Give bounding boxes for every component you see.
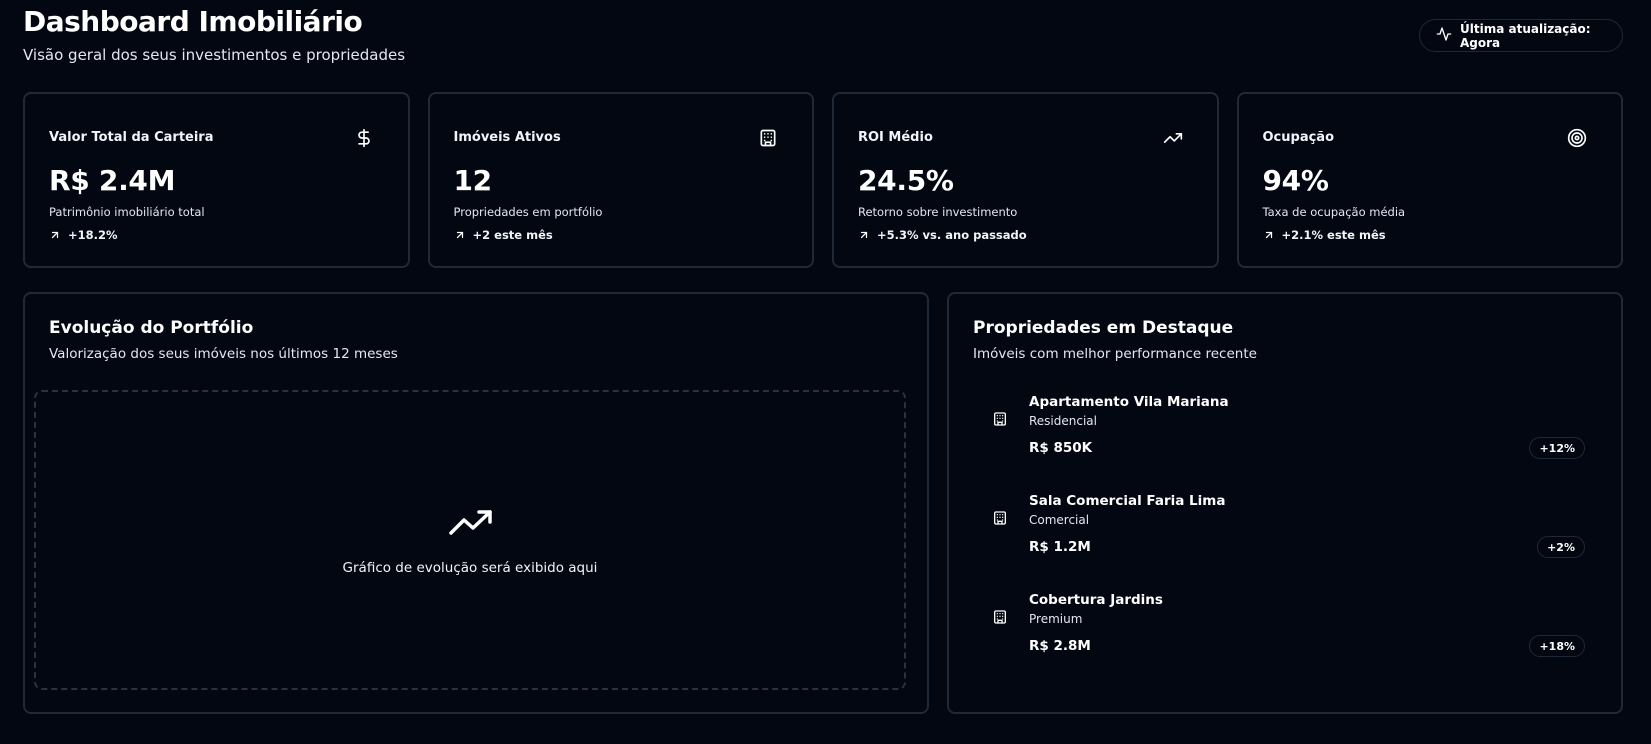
property-type: Premium [1029,612,1083,626]
stat-change: +18.2% [49,228,118,242]
property-item[interactable]: Cobertura Jardins Premium R$ 2.8M +18% [949,592,1621,682]
portfolio-evolution-panel: Evolução do Portfólio Valorização dos se… [23,292,929,714]
property-name: Apartamento Vila Mariana [1029,394,1229,410]
trending-up-icon [448,508,494,538]
property-name: Sala Comercial Faria Lima [1029,493,1226,509]
stat-value: 94% [1262,164,1329,197]
building-icon [992,411,1008,427]
stat-label: Imóveis Ativos [453,130,561,145]
property-type: Residencial [1029,414,1097,428]
target-icon [1567,128,1587,148]
panel-subtitle: Imóveis com melhor performance recente [973,346,1257,362]
arrow-up-right-icon [1265,231,1272,239]
building-icon [758,128,778,148]
stat-value: 12 [453,164,493,197]
building-icon [992,609,1008,625]
stat-change-text: +2.1% este mês [1281,228,1386,242]
stat-card-average-roi: ROI Médio 24.5% Retorno sobre investimen… [832,92,1219,268]
stat-value: 24.5% [858,164,954,197]
property-type: Comercial [1029,513,1090,527]
property-value: R$ 850K [1029,440,1093,456]
dollar-icon [354,128,374,148]
last-update-label: Última atualização: Agora [1460,21,1591,50]
panel-title: Propriedades em Destaque [973,318,1234,338]
stat-value: R$ 2.4M [49,164,176,197]
panel-subtitle: Valorização dos seus imóveis nos últimos… [49,346,398,362]
page-subtitle: Visão geral dos seus investimentos e pro… [23,46,406,64]
stat-label: Valor Total da Carteira [49,130,214,145]
stat-description: Taxa de ocupação média [1262,205,1406,219]
trending-up-icon [1163,128,1183,148]
page-title: Dashboard Imobiliário [23,5,363,38]
dashboard-page: Dashboard Imobiliário Visão geral dos se… [0,0,1651,744]
chart-placeholder: Gráfico de evolução será exibido aqui [34,390,906,690]
stat-card-portfolio-value: Valor Total da Carteira R$ 2.4M Patrimôn… [23,92,410,268]
stat-change: +5.3% vs. ano passado [858,228,1027,242]
stat-card-occupancy: Ocupação 94% Taxa de ocupação média +2.1… [1236,92,1623,268]
property-change-badge: +18% [1529,635,1585,657]
chart-placeholder-text: Gráfico de evolução será exibido aqui [342,560,598,576]
building-icon [992,510,1008,526]
stat-card-active-properties: Imóveis Ativos 12 Propriedades em portfó… [427,92,814,268]
stat-change: +2 este mês [454,228,553,242]
activity-icon [1436,26,1452,45]
property-name: Cobertura Jardins [1029,592,1163,608]
arrow-up-right-icon [860,231,868,239]
stat-description: Propriedades em portfólio [453,205,603,219]
property-change-badge: +12% [1529,437,1585,459]
stat-description: Patrimônio imobiliário total [49,205,205,219]
stat-label: Ocupação [1262,130,1335,145]
page-header: Dashboard Imobiliário Visão geral dos se… [23,0,1628,92]
stat-change-text: +2 este mês [472,228,553,242]
stats-row: Valor Total da Carteira R$ 2.4M Patrimôn… [23,92,1623,268]
stat-change-text: +18.2% [68,228,118,242]
stat-description: Retorno sobre investimento [858,205,1018,219]
panels-row: Evolução do Portfólio Valorização dos se… [23,292,1623,714]
stat-label: ROI Médio [858,130,933,145]
stat-change-text: +5.3% vs. ano passado [877,228,1027,242]
arrow-up-right-icon [51,231,59,239]
property-value: R$ 2.8M [1029,638,1091,654]
property-change-badge: +2% [1537,536,1585,558]
panel-title: Evolução do Portfólio [49,318,254,338]
property-item[interactable]: Apartamento Vila Mariana Residencial R$ … [949,394,1621,484]
property-item[interactable]: Sala Comercial Faria Lima Comercial R$ 1… [949,493,1621,583]
stat-change: +2.1% este mês [1263,228,1386,242]
featured-properties-panel: Propriedades em Destaque Imóveis com mel… [947,292,1623,714]
last-update-badge[interactable]: Última atualização: Agora [1419,19,1623,52]
property-value: R$ 1.2M [1029,539,1091,555]
arrow-up-right-icon [456,231,463,239]
